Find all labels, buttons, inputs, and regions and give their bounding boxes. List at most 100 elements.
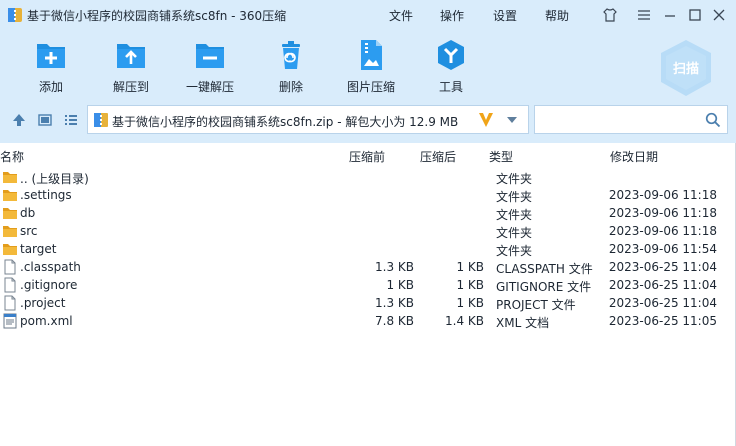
add-button[interactable]: 添加: [19, 38, 83, 98]
file-modified: 2023-06-25 11:05: [608, 314, 717, 328]
folder-icon: [3, 172, 17, 183]
verified-icon[interactable]: [478, 111, 494, 129]
maximize-button[interactable]: [685, 5, 705, 25]
folder-icon: [3, 226, 17, 237]
file-compressed-size: 1 KB: [456, 278, 484, 292]
delete-button[interactable]: 删除: [259, 38, 323, 98]
file-icon: [4, 259, 16, 275]
column-type-header[interactable]: 类型: [489, 148, 513, 165]
zip-file-icon: [94, 113, 108, 127]
search-icon[interactable]: [705, 112, 721, 128]
extract-to-button[interactable]: 解压到: [99, 38, 163, 98]
delete-label: 删除: [278, 80, 303, 94]
path-bar[interactable]: 基于微信小程序的校园商铺系统sc8fn.zip - 解包大小为 12.9 MB: [87, 105, 529, 134]
file-type: 文件夹: [496, 190, 533, 204]
scan-button[interactable]: 扫描: [655, 38, 717, 98]
file-name: .. (上级目录): [20, 172, 89, 186]
close-button[interactable]: [709, 5, 729, 25]
file-row[interactable]: .settings 文件夹 2023-09-06 11:18: [0, 186, 736, 204]
folder-icon: [3, 208, 17, 219]
search-box[interactable]: [534, 105, 728, 134]
column-name-header[interactable]: 名称: [0, 148, 24, 165]
archive-app-icon: [8, 8, 22, 22]
skin-icon: [603, 8, 617, 22]
menu-settings[interactable]: 设置: [493, 7, 517, 24]
menu-operate[interactable]: 操作: [440, 7, 464, 24]
file-compressed-size: 1 KB: [456, 260, 484, 274]
file-icon: [4, 295, 16, 311]
list-view-icon[interactable]: [63, 112, 79, 128]
file-row[interactable]: db 文件夹 2023-09-06 11:18: [0, 204, 736, 222]
column-header-row: 名称 压缩前 压缩后 类型 修改日期: [0, 143, 736, 167]
one-click-extract-button[interactable]: 一键解压: [178, 38, 242, 98]
tools-icon: [438, 40, 464, 70]
window-title: 基于微信小程序的校园商铺系统sc8fn - 360压缩: [27, 9, 287, 23]
file-packed-size: 7.8 KB: [375, 314, 414, 328]
file-modified: 2023-09-06 11:18: [608, 224, 717, 238]
close-icon: [713, 9, 725, 21]
file-name: .gitignore: [20, 278, 78, 292]
file-type: XML 文档: [496, 316, 550, 330]
file-packed-size: 1 KB: [386, 278, 414, 292]
file-row[interactable]: .classpath 1.3 KB 1 KB CLASSPATH 文件 2023-06-…: [0, 258, 736, 276]
extract-to-icon: [117, 44, 145, 68]
image-compress-button[interactable]: 图片压缩: [339, 38, 403, 98]
image-compress-label: 图片压缩: [346, 80, 395, 94]
skin-button[interactable]: [600, 5, 620, 25]
file-row[interactable]: src 文件夹 2023-09-06 11:18: [0, 222, 736, 240]
file-packed-size: 1.3 KB: [375, 260, 414, 274]
one-click-extract-icon: [196, 44, 224, 68]
column-size-header[interactable]: 压缩后: [420, 148, 456, 165]
title-bar: 基于微信小程序的校园商铺系统sc8fn - 360压缩 文件 操作 设置 帮助: [0, 0, 736, 30]
minimize-icon: [665, 15, 675, 17]
add-icon: [37, 44, 65, 68]
extract-to-label: 解压到: [112, 80, 149, 94]
file-type: GITIGNORE 文件: [496, 280, 592, 294]
thumbnail-view-icon[interactable]: [37, 112, 53, 128]
file-modified: 2023-09-06 11:54: [608, 242, 717, 256]
file-name: pom.xml: [20, 314, 73, 328]
file-modified: 2023-09-06 11:18: [608, 188, 717, 202]
file-compressed-size: 1.4 KB: [445, 314, 484, 328]
file-name: .classpath: [20, 260, 81, 274]
main-menu-button[interactable]: [634, 5, 654, 25]
up-arrow-icon[interactable]: [11, 112, 27, 128]
file-type: 文件夹: [496, 244, 533, 258]
file-row[interactable]: .gitignore 1 KB 1 KB GITIGNORE 文件 2023-06-25…: [0, 276, 736, 294]
minimize-button[interactable]: [660, 5, 680, 25]
chevron-down-icon[interactable]: [506, 116, 518, 124]
file-row[interactable]: target 文件夹 2023-09-06 11:54: [0, 240, 736, 258]
file-row[interactable]: .project 1.3 KB 1 KB PROJECT 文件 2023-06-25 1…: [0, 294, 736, 312]
file-packed-size: 1.3 KB: [375, 296, 414, 310]
column-modified-header[interactable]: 修改日期: [610, 148, 658, 165]
file-modified: 2023-06-25 11:04: [608, 278, 717, 292]
add-label: 添加: [38, 80, 63, 94]
file-type: CLASSPATH 文件: [496, 262, 593, 276]
file-modified: 2023-06-25 11:04: [608, 260, 717, 274]
file-type: 文件夹: [496, 208, 533, 222]
file-type: PROJECT 文件: [496, 298, 576, 312]
tools-label: 工具: [438, 80, 463, 94]
xml-file-icon: [3, 313, 17, 329]
folder-icon: [3, 190, 17, 201]
menu-icon: [638, 10, 650, 20]
column-packed-header[interactable]: 压缩前: [349, 148, 385, 165]
file-name: db: [20, 206, 36, 220]
file-icon: [4, 277, 16, 293]
tools-button[interactable]: 工具: [419, 38, 483, 98]
folder-icon: [3, 244, 17, 255]
file-name: .project: [20, 296, 66, 310]
scan-label: 扫描: [673, 61, 699, 77]
file-row[interactable]: .. (上级目录) 文件夹: [0, 168, 736, 186]
menu-file[interactable]: 文件: [389, 7, 413, 24]
menu-help[interactable]: 帮助: [545, 7, 569, 24]
one-click-extract-label: 一键解压: [185, 80, 234, 94]
file-name: src: [20, 224, 38, 238]
maximize-icon: [689, 9, 701, 21]
file-name: .settings: [20, 188, 72, 202]
file-row[interactable]: pom.xml 7.8 KB 1.4 KB XML 文档 2023-06-25 11:0…: [0, 312, 736, 330]
search-input[interactable]: [541, 110, 701, 130]
file-type: 文件夹: [496, 172, 533, 186]
file-type: 文件夹: [496, 226, 533, 240]
app-chrome: 基于微信小程序的校园商铺系统sc8fn - 360压缩 文件 操作 设置 帮助 …: [0, 0, 736, 143]
